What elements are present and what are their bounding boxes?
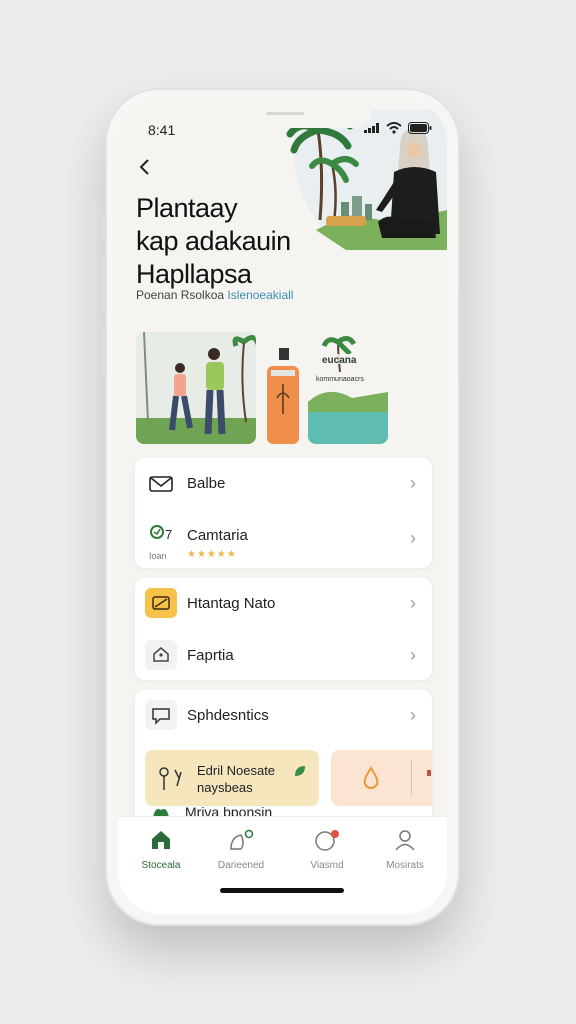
landscape-caption-sub: kommunaoacrs [316, 376, 364, 383]
list-item-label: Balbe [187, 475, 226, 492]
tab-messages[interactable]: Viasmd [292, 829, 362, 871]
list-item-label: Htantag Nato [187, 595, 276, 612]
status-time: 8:41 [148, 122, 176, 138]
list-item-htantag[interactable]: Htantag Nato › [135, 578, 432, 628]
list-card-2: Htantag Nato › Faprtia › [135, 578, 432, 680]
chevron-right-icon: › [410, 645, 416, 665]
promo-card[interactable]: Edril Noesate naysbeas [145, 750, 319, 806]
gallery-tile-couple[interactable] [136, 332, 256, 444]
back-button[interactable] [138, 156, 152, 182]
chevron-right-icon: › [410, 593, 416, 613]
phone-volume-down [102, 324, 106, 378]
star-rating: ★★★★★ [187, 549, 237, 560]
tab-plants[interactable]: Darieened [206, 829, 276, 871]
list-item-label: Faprtia [187, 647, 234, 664]
home-icon [152, 831, 170, 849]
promo-card-secondary[interactable] [331, 750, 432, 806]
mail-icon [149, 476, 173, 492]
chevron-right-icon: › [410, 705, 416, 725]
phone-frame: 8:41 Plantaay kap adakauin Hapllapsa Poe… [102, 88, 463, 926]
chevron-right-icon: › [410, 473, 416, 493]
wifi-icon [386, 122, 402, 134]
phone-volume-up [102, 256, 106, 310]
page-subtitle: Poenan Rsolkoa Islenoeakiall [136, 288, 293, 302]
gallery-tile-landscape[interactable]: eucana kommunaoacrs [308, 332, 388, 444]
promo-edge-mark [427, 770, 431, 776]
speaker-grille [266, 112, 304, 115]
list-item-sphdesntics[interactable]: Sphdesntics › [135, 690, 432, 740]
promo-line2: naysbeas [197, 780, 253, 795]
note-icon-bg [145, 588, 177, 618]
bottom-tab-bar: Stoceala Darieened Viasmd Mosirats [118, 816, 447, 914]
subtitle-link[interactable]: Islenoeakiall [227, 288, 293, 302]
profile-icon [395, 830, 415, 851]
home-indicator[interactable] [220, 888, 344, 893]
app-screen: 8:41 Plantaay kap adakauin Hapllapsa Poe… [118, 100, 447, 914]
rating-caption: Ioan [149, 551, 167, 561]
leaf-icon [295, 766, 305, 776]
tag-icon-bg [145, 640, 177, 670]
list-item-balbe[interactable]: Balbe › [135, 458, 432, 508]
note-icon [152, 596, 170, 610]
landscape-caption-title: eucana [322, 355, 357, 366]
tab-home[interactable]: Stoceala [126, 829, 196, 871]
subtitle-text: Poenan Rsolkoa [136, 288, 225, 302]
chevron-left-icon [139, 159, 149, 175]
bottle-illustration [265, 348, 301, 444]
list-item-label: Sphdesntics [187, 707, 269, 724]
battery-icon [408, 122, 432, 134]
tab-label: Viasmd [310, 860, 344, 871]
list-item-faprtia[interactable]: Faprtia › [135, 630, 432, 680]
chat-icon-bg [145, 700, 177, 730]
couple-walking-illustration [136, 332, 256, 444]
plant-icon [230, 829, 254, 850]
water-drop-icon [363, 766, 379, 790]
status-icons [364, 122, 432, 134]
promo-line1: Edril Noesate [197, 763, 276, 778]
phone-mute-switch [102, 212, 106, 240]
list-item-camtaria[interactable]: 7 Camtaria Ioan ★★★★★ › [135, 510, 432, 568]
tab-profile[interactable]: Mosirats [370, 829, 440, 871]
sprout-icon [159, 767, 182, 790]
page-title: Plantaay kap adakauin Hapllapsa [136, 193, 291, 289]
chat-icon [315, 830, 339, 851]
tag-icon [153, 647, 169, 662]
tab-label: Mosirats [386, 860, 424, 871]
list-card-1: Balbe › 7 Camtaria Ioan ★★★★★ › [135, 458, 432, 568]
gallery-tile-bottle[interactable] [265, 348, 301, 444]
landscape-illustration [308, 332, 388, 444]
promo-divider [411, 760, 412, 796]
list-item-label: Camtaria [187, 527, 248, 544]
signal-icon [364, 123, 379, 133]
chevron-right-icon: › [410, 528, 416, 548]
tab-label: Stoceala [141, 860, 181, 871]
rating-badge: 7 [165, 527, 173, 542]
tab-label: Darieened [217, 860, 265, 871]
chat-bubble-icon [152, 708, 170, 725]
phone-power-button [459, 292, 463, 382]
